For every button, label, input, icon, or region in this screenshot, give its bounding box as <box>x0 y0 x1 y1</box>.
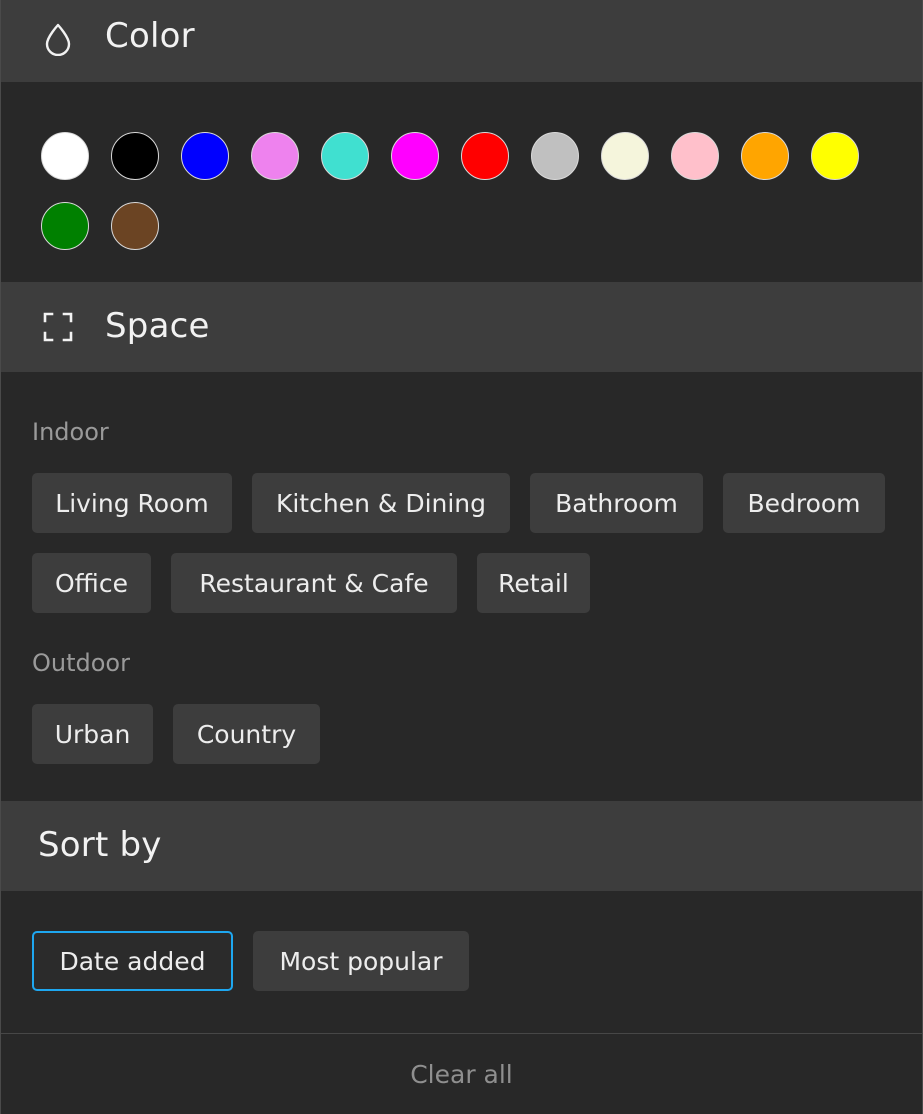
color-section-header[interactable]: Color <box>1 0 922 82</box>
sort-option-date-added[interactable]: Date added <box>32 931 233 991</box>
swatch-black[interactable] <box>111 132 159 180</box>
swatch-white[interactable] <box>41 132 89 180</box>
chip-living-room[interactable]: Living Room <box>32 473 232 533</box>
space-section-title: Space <box>105 306 210 346</box>
swatch-beige[interactable] <box>601 132 649 180</box>
chip-bedroom[interactable]: Bedroom <box>723 473 885 533</box>
chip-country[interactable]: Country <box>173 704 320 764</box>
frame-corners-icon <box>41 310 75 344</box>
swatch-turquoise[interactable] <box>321 132 369 180</box>
chip-bathroom[interactable]: Bathroom <box>530 473 703 533</box>
space-section-header[interactable]: Space <box>1 282 922 372</box>
chip-retail[interactable]: Retail <box>477 553 590 613</box>
indoor-label: Indoor <box>32 418 109 446</box>
sort-section-header[interactable]: Sort by <box>1 801 922 891</box>
color-section-title: Color <box>105 16 195 56</box>
chip-kitchen-dining[interactable]: Kitchen & Dining <box>252 473 510 533</box>
swatch-blue[interactable] <box>181 132 229 180</box>
sort-section-title: Sort by <box>38 825 162 865</box>
swatch-green[interactable] <box>41 202 89 250</box>
swatch-silver[interactable] <box>531 132 579 180</box>
outdoor-label: Outdoor <box>32 649 130 677</box>
swatch-brown[interactable] <box>111 202 159 250</box>
swatch-pink[interactable] <box>671 132 719 180</box>
sort-option-most-popular[interactable]: Most popular <box>253 931 469 991</box>
swatch-magenta[interactable] <box>391 132 439 180</box>
chip-office[interactable]: Office <box>32 553 151 613</box>
drop-icon <box>41 22 75 56</box>
filter-panel: Color Space Indoor Living Room Kitchen &… <box>0 0 923 1114</box>
swatch-violet[interactable] <box>251 132 299 180</box>
swatch-yellow[interactable] <box>811 132 859 180</box>
chip-urban[interactable]: Urban <box>32 704 153 764</box>
swatch-orange[interactable] <box>741 132 789 180</box>
swatch-red[interactable] <box>461 132 509 180</box>
clear-all-button[interactable]: Clear all <box>1 1034 922 1114</box>
chip-restaurant-cafe[interactable]: Restaurant & Cafe <box>171 553 457 613</box>
